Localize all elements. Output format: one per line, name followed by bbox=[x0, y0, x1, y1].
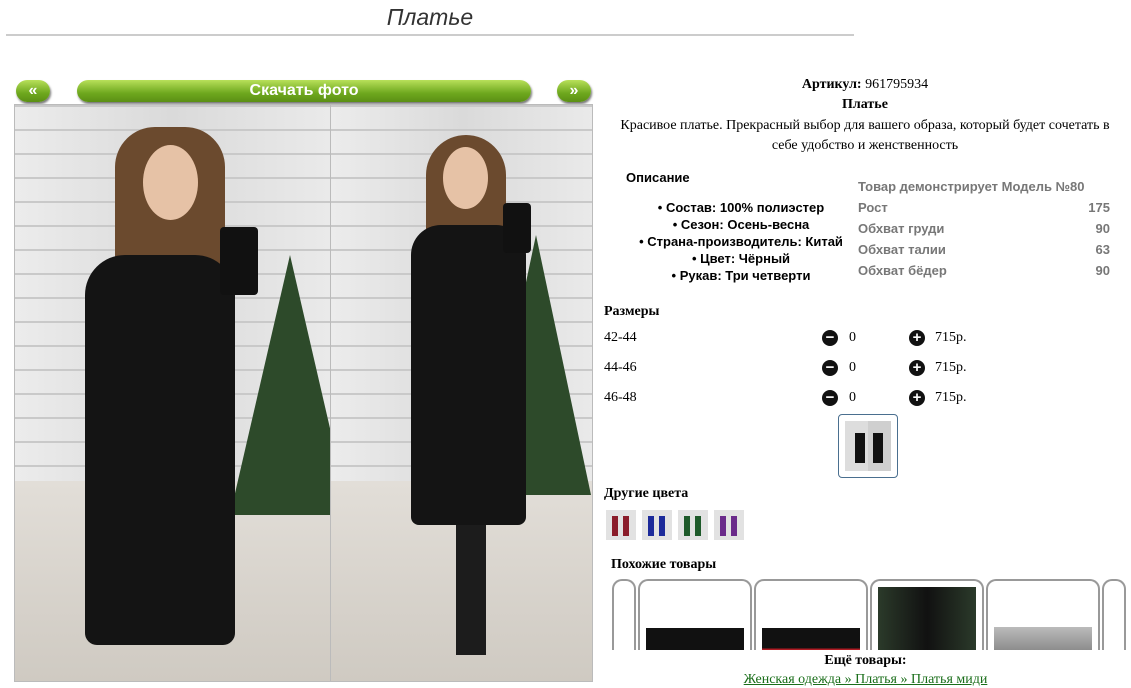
description-item: Рукав: Три четверти bbox=[628, 267, 854, 284]
similar-heading: Похожие товары bbox=[611, 557, 717, 572]
description-heading: Описание bbox=[626, 170, 690, 185]
next-photo-button[interactable]: » bbox=[557, 80, 591, 102]
size-row: 44-46 − 0 + 715р. bbox=[604, 358, 984, 378]
model-row-value: 63 bbox=[1095, 242, 1110, 257]
model-row: Обхват груди 90 bbox=[858, 218, 1110, 239]
minus-circle-icon[interactable]: − bbox=[822, 360, 838, 376]
prev-photo-button[interactable]: « bbox=[16, 80, 50, 102]
color-swatch-green[interactable] bbox=[678, 510, 708, 540]
product-info: Артикул: 961795934 Платье Красивое плать… bbox=[600, 76, 1130, 156]
size-quantity: 0 bbox=[849, 390, 856, 405]
article-label: Артикул: bbox=[801, 77, 862, 92]
model-row-value: 90 bbox=[1095, 263, 1110, 278]
model-row-value: 90 bbox=[1095, 221, 1110, 236]
sizes-heading: Размеры bbox=[604, 304, 660, 319]
breadcrumb-links[interactable]: Женская одежда » Платья » Платья миди bbox=[600, 672, 1131, 688]
model-row: Обхват бёдер 90 bbox=[858, 260, 1110, 281]
photo-right bbox=[330, 105, 592, 681]
size-price: 715р. bbox=[935, 330, 967, 345]
model-measurements: Товар демонстрирует Модель №80 Рост 175 О… bbox=[858, 176, 1110, 281]
selected-photo-thumbnail[interactable] bbox=[838, 414, 898, 478]
product-photo[interactable] bbox=[14, 104, 593, 682]
size-label: 42-44 bbox=[604, 330, 637, 345]
model-row-value: 175 bbox=[1088, 200, 1110, 215]
page-title: Платье bbox=[386, 4, 474, 30]
photo-left bbox=[15, 105, 350, 681]
thumbnail-image bbox=[845, 421, 891, 471]
color-swatch-purple[interactable] bbox=[714, 510, 744, 540]
size-row: 46-48 − 0 + 715р. bbox=[604, 388, 984, 408]
size-row: 42-44 − 0 + 715р. bbox=[604, 328, 984, 348]
minus-circle-icon[interactable]: − bbox=[822, 330, 838, 346]
model-row-label: Обхват груди bbox=[858, 221, 945, 236]
size-price: 715р. bbox=[935, 390, 967, 405]
size-quantity: 0 bbox=[849, 330, 856, 345]
article-value: 961795934 bbox=[865, 77, 929, 92]
plus-circle-icon[interactable]: + bbox=[909, 360, 925, 376]
model-row-label: Рост bbox=[858, 200, 888, 215]
model-row-label: Обхват талии bbox=[858, 242, 946, 257]
description-item: Сезон: Осень-весна bbox=[628, 216, 854, 233]
more-heading: Ещё товары: bbox=[824, 653, 907, 668]
minus-circle-icon[interactable]: − bbox=[822, 390, 838, 406]
model-row-label: Обхват бёдер bbox=[858, 263, 947, 278]
product-name: Платье bbox=[842, 97, 888, 112]
product-description: Красивое платье. Прекрасный выбор для ва… bbox=[620, 118, 1110, 153]
size-label: 44-46 bbox=[604, 360, 637, 375]
plus-circle-icon[interactable]: + bbox=[909, 390, 925, 406]
description-item: Состав: 100% полиэстер bbox=[628, 199, 854, 216]
model-row: Рост 175 bbox=[858, 197, 1110, 218]
description-list: Состав: 100% полиэстер Сезон: Осень-весн… bbox=[628, 199, 854, 284]
download-photo-button[interactable]: Скачать фото bbox=[77, 80, 531, 102]
model-heading: Товар демонстрирует Модель №80 bbox=[858, 179, 1085, 194]
size-price: 715р. bbox=[935, 360, 967, 375]
article-line: Артикул: 961795934 bbox=[600, 76, 1130, 94]
model-row: Обхват талии 63 bbox=[858, 239, 1110, 260]
more-products: Ещё товары: Женская одежда » Платья » Пл… bbox=[600, 650, 1131, 687]
color-swatch-blue[interactable] bbox=[642, 510, 672, 540]
size-quantity: 0 bbox=[849, 360, 856, 375]
color-swatch-red[interactable] bbox=[606, 510, 636, 540]
description-item: Страна-производитель: Китай bbox=[628, 233, 854, 250]
title-divider bbox=[6, 34, 854, 36]
description-item: Цвет: Чёрный bbox=[628, 250, 854, 267]
other-colors-heading: Другие цвета bbox=[604, 486, 689, 501]
size-label: 46-48 bbox=[604, 390, 637, 405]
plus-circle-icon[interactable]: + bbox=[909, 330, 925, 346]
